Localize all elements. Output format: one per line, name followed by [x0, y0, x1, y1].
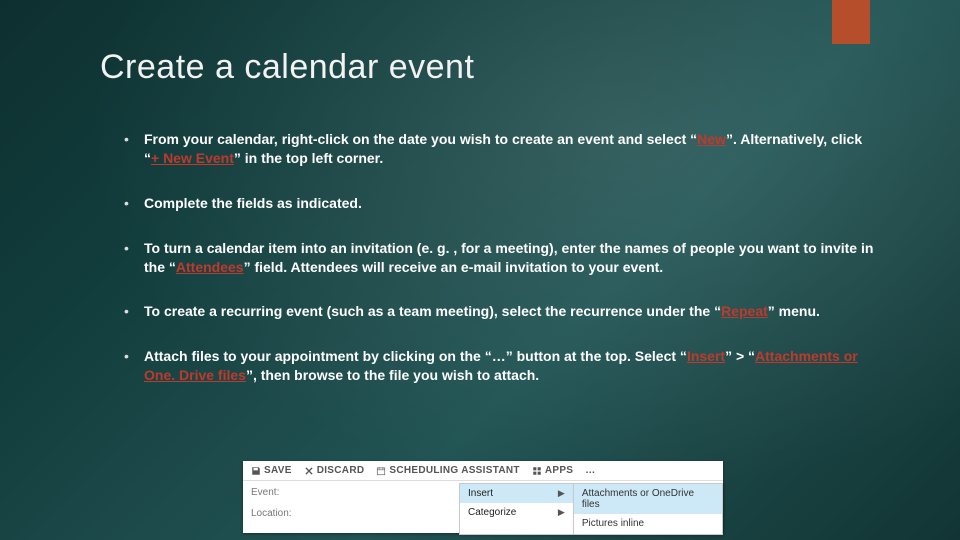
highlight-plus-new-event: + New Event [151, 150, 234, 166]
more-button[interactable]: … [585, 465, 595, 476]
calendar-icon [376, 466, 386, 476]
context-menu: Insert ▶ Categorize ▶ [459, 483, 574, 535]
menu-item-categorize[interactable]: Categorize ▶ [460, 503, 573, 522]
bold-ellipsis: … [492, 348, 506, 364]
menu-item-insert[interactable]: Insert ▶ [460, 484, 573, 503]
text: (such as a team meeting), select the rec… [323, 303, 721, 319]
text: ” button at the top. Select “ [506, 348, 687, 364]
bold-recurring: recurring event [221, 303, 323, 319]
text: To create a [144, 303, 221, 319]
text: ” > “ [725, 348, 755, 364]
save-button[interactable]: SAVE [251, 465, 292, 476]
text: ”, then browse to the file you wish to a… [246, 367, 539, 383]
bold-invitation: invitation [351, 240, 413, 256]
bullet-1: From your calendar, right-click on the d… [120, 130, 880, 168]
form-labels: Event: Location: [243, 481, 459, 535]
insert-submenu: Attachments or OneDrive files Pictures i… [573, 483, 723, 535]
text: ” menu. [768, 303, 820, 319]
apps-icon [532, 466, 542, 476]
submenu-item-pictures[interactable]: Pictures inline [574, 514, 722, 533]
text: From your calendar, right-click on the d… [144, 131, 697, 147]
text: ” in the top left corner. [234, 150, 383, 166]
submenu-item-attachments[interactable]: Attachments or OneDrive files [574, 484, 722, 514]
location-label: Location: [251, 508, 451, 519]
label: Pictures inline [582, 518, 644, 529]
highlight-insert: Insert [687, 348, 725, 364]
bullet-2: Complete the fields as indicated. [120, 194, 880, 213]
label: Categorize [468, 507, 516, 518]
ellipsis-icon: … [585, 465, 595, 476]
label: DISCARD [317, 465, 365, 476]
text: To turn a calendar item into an [144, 240, 351, 256]
label: APPS [545, 465, 573, 476]
event-label: Event: [251, 487, 451, 498]
label: SAVE [264, 465, 292, 476]
scheduling-assistant-button[interactable]: SCHEDULING ASSISTANT [376, 465, 519, 476]
chevron-right-icon: ▶ [558, 507, 565, 518]
bullet-4: To create a recurring event (such as a t… [120, 302, 880, 321]
label: Insert [468, 488, 493, 499]
chevron-right-icon: ▶ [558, 488, 565, 499]
highlight-repeat: Repeat [721, 303, 768, 319]
close-icon [304, 466, 314, 476]
highlight-attendees: Attendees [176, 259, 244, 275]
label: SCHEDULING ASSISTANT [389, 465, 519, 476]
accent-bar [832, 0, 870, 44]
label: Attachments or OneDrive files [582, 488, 694, 510]
apps-button[interactable]: APPS [532, 465, 573, 476]
slide-body: From your calendar, right-click on the d… [120, 130, 880, 411]
save-icon [251, 466, 261, 476]
bold-attach-files: Attach files [144, 348, 219, 364]
highlight-new: New [697, 131, 726, 147]
toolbar: SAVE DISCARD SCHEDULING ASSISTANT APPS … [243, 461, 723, 481]
text: ” field. Attendees will receive an e-mai… [244, 259, 664, 275]
bullet-3: To turn a calendar item into an invitati… [120, 239, 880, 277]
text: Complete the fields as indicated. [144, 195, 362, 211]
owa-event-editor-screenshot: SAVE DISCARD SCHEDULING ASSISTANT APPS …… [243, 461, 723, 533]
text: to your appointment by clicking on the “ [219, 348, 491, 364]
discard-button[interactable]: DISCARD [304, 465, 365, 476]
slide-title: Create a calendar event [100, 48, 474, 87]
bullet-5: Attach files to your appointment by clic… [120, 347, 880, 385]
slide: Create a calendar event From your calend… [0, 0, 960, 540]
